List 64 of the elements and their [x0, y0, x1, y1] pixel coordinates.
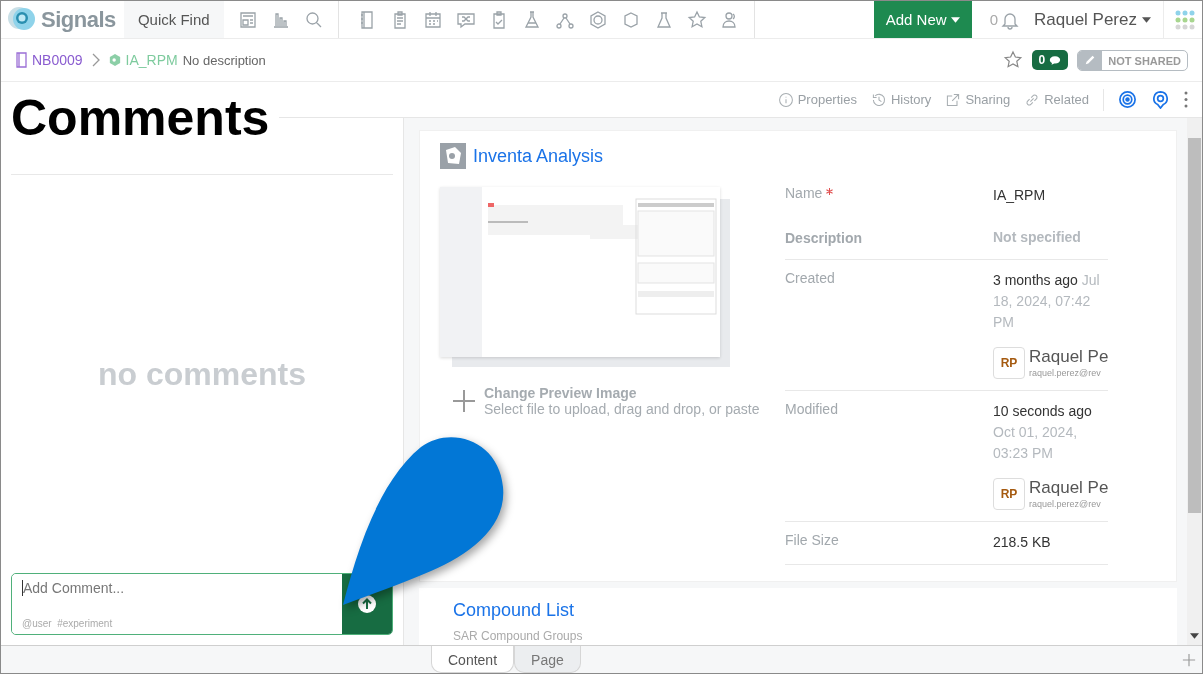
property-value: Not specified [993, 229, 1081, 245]
user-email: raquel.perez@rev [1029, 367, 1102, 379]
caret-icon [950, 16, 960, 23]
property-label: Modified [785, 401, 838, 417]
time-text: 10 seconds ago Oct 01, 2024, 03:23 PM [993, 402, 1093, 463]
user-name[interactable]: Raquel Pe [1029, 347, 1109, 367]
quick-find-button[interactable]: Quick Find [123, 1, 224, 38]
page-tab[interactable]: Page [514, 646, 581, 673]
target-icon[interactable] [1118, 90, 1137, 109]
analysis-icon [440, 143, 466, 169]
property-label: Created [785, 270, 835, 286]
pencil-icon [1084, 54, 1097, 66]
speech-bubble-icon [1049, 54, 1062, 66]
link-icon [1024, 91, 1041, 108]
notebook-icon [15, 52, 27, 68]
user-avatar: RP [993, 478, 1025, 510]
history-icon [870, 91, 887, 108]
comment-count-badge[interactable]: 0 [1031, 50, 1069, 70]
property-label: File Size [785, 532, 839, 548]
user-email: raquel.perez@rev [1029, 498, 1102, 510]
user-name[interactable]: Raquel Pe [1029, 478, 1109, 498]
plus-icon[interactable] [452, 389, 476, 413]
page-tab[interactable]: Content [431, 646, 515, 673]
info-icon [777, 91, 794, 108]
scrollbar[interactable] [1187, 118, 1202, 645]
change-preview-link[interactable]: Change Preview Image [484, 385, 760, 401]
add-new-button[interactable]: Add New [873, 1, 972, 38]
add-tab-icon[interactable] [1182, 652, 1196, 667]
section-title[interactable]: Compound List [453, 600, 1143, 621]
chevron-icon [91, 53, 100, 67]
upload-hint: Select file to upload, drag and drop, or paste [484, 401, 760, 417]
required-asterisk-icon [826, 188, 834, 195]
notification-count[interactable]: 0 [989, 11, 998, 28]
star-icon[interactable] [686, 9, 707, 30]
dashboard-icon[interactable] [237, 9, 258, 30]
description-text: No description [182, 52, 266, 68]
hexagon-icon [108, 52, 121, 68]
user-menu[interactable]: Raquel Perez [1034, 1, 1164, 38]
section-subtitle: SAR Compound Groups [453, 629, 584, 643]
share-icon [945, 91, 962, 108]
related-button[interactable]: Related [1024, 91, 1089, 108]
property-value: IA_RPM [993, 187, 1046, 203]
comment-hint: @user #experiment [22, 618, 114, 629]
hexagon-badge-icon[interactable] [587, 9, 608, 30]
app-logo[interactable]: Signals [41, 6, 116, 33]
property-label: Name [785, 185, 823, 201]
user-avatar: RP [993, 347, 1025, 379]
property-label: Description [785, 229, 862, 246]
location-pin-icon[interactable] [1151, 90, 1170, 109]
search-icon[interactable] [303, 9, 324, 30]
scroll-down-icon[interactable] [1190, 633, 1199, 639]
sharing-status-button[interactable]: NOT SHARED [1077, 49, 1188, 71]
document-title[interactable]: Inventa Analysis [473, 145, 604, 167]
sharing-button[interactable]: Sharing [945, 91, 1011, 108]
history-button[interactable]: History [870, 91, 932, 108]
calendar-icon[interactable] [422, 9, 443, 30]
time-text: 3 months ago Jul 18, 2024, 07:42 PM [993, 271, 1101, 332]
star-icon[interactable] [1002, 50, 1023, 70]
apps-grid-icon[interactable] [1174, 8, 1196, 31]
caret-icon [1142, 16, 1151, 23]
more-icon[interactable] [1184, 91, 1188, 108]
notebook-link[interactable]: NB0009 [32, 52, 83, 68]
property-value: 218.5 KB [993, 534, 1051, 550]
properties-button[interactable]: Properties [777, 91, 857, 108]
